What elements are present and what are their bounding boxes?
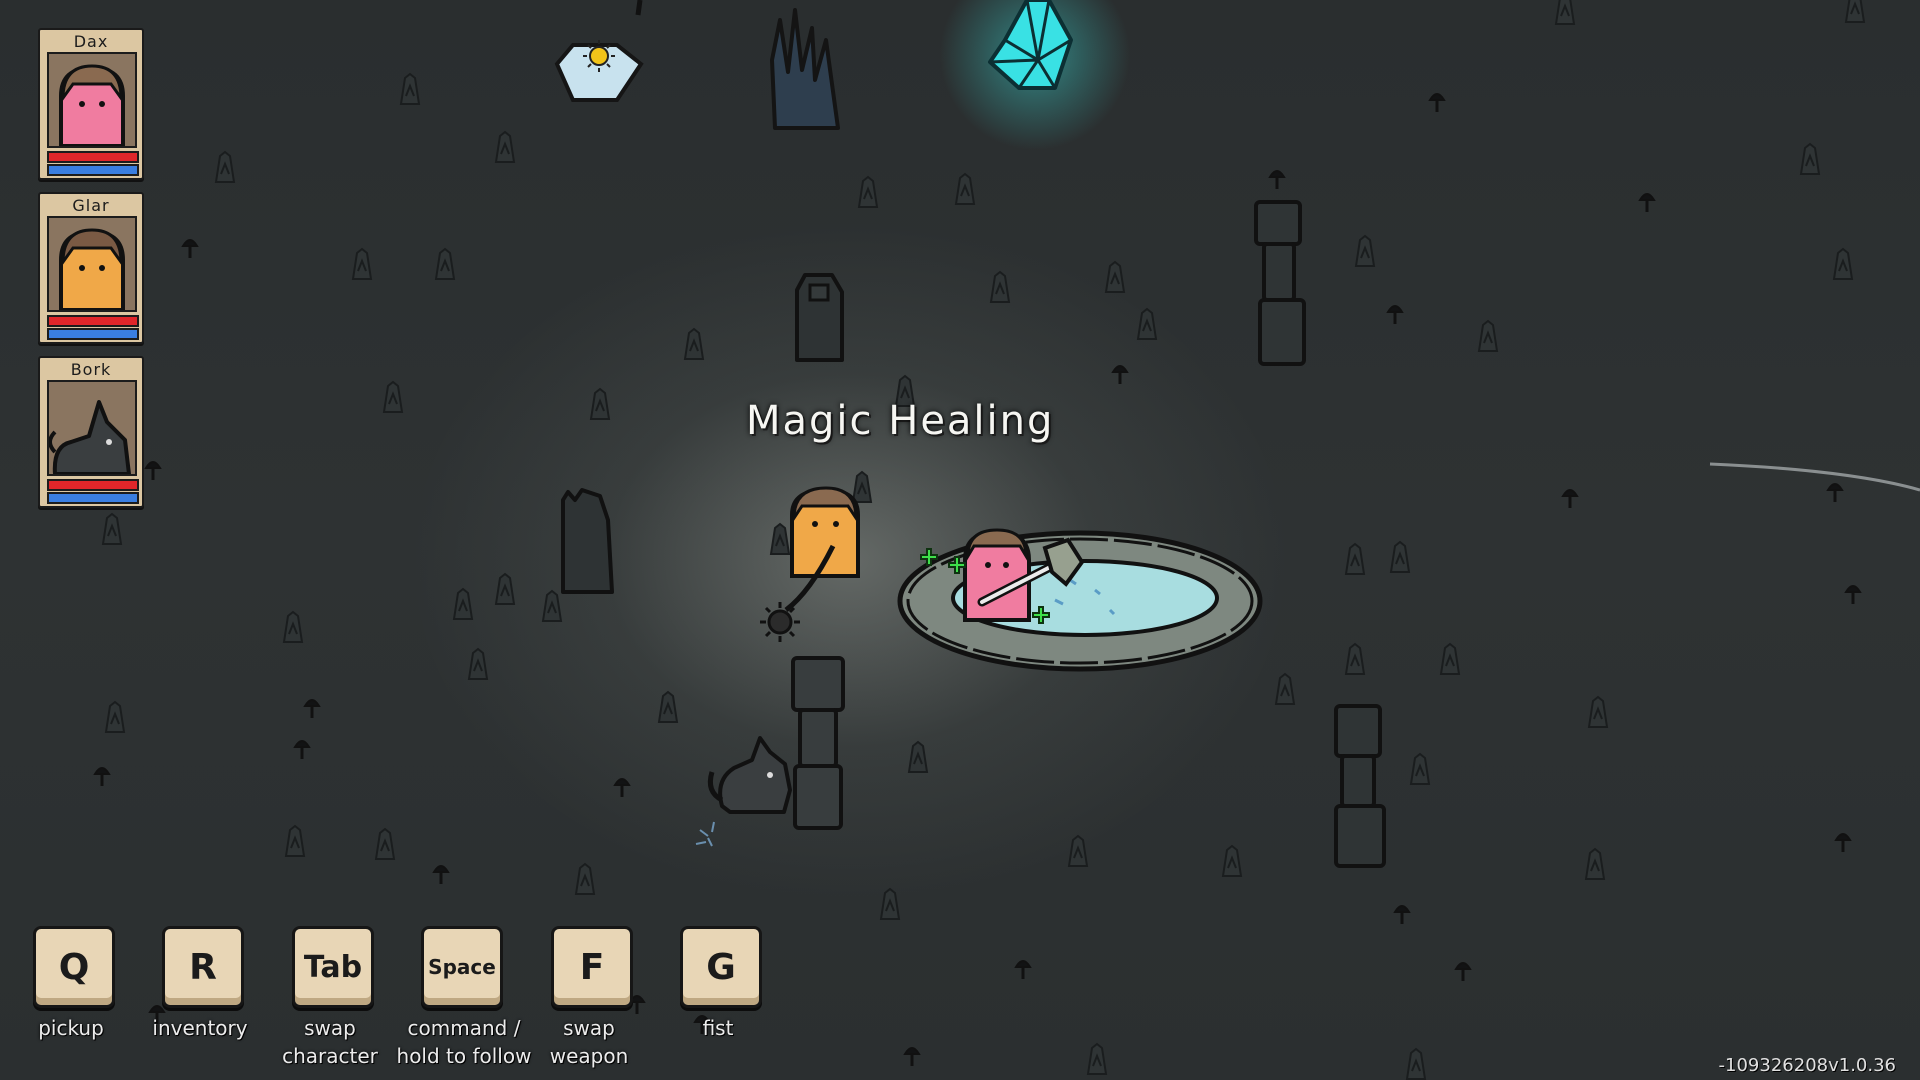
stone-pillar	[561, 488, 614, 594]
mana-bar	[47, 492, 139, 504]
party-name: Glar	[72, 196, 110, 215]
bork-character[interactable]	[707, 736, 792, 814]
party-name: Bork	[70, 360, 112, 379]
hotkey-f[interactable]: F	[551, 926, 633, 1008]
magic-healing-text: Magic Healing	[746, 398, 1055, 444]
party-card-bork[interactable]: Bork	[38, 356, 144, 508]
hotkey-tab[interactable]: Tab	[292, 926, 374, 1008]
sparkle-icon	[695, 821, 715, 847]
hotkey-r-label: inventory	[152, 1016, 248, 1040]
sun-totem-icon[interactable]	[554, 0, 644, 102]
mana-bar	[47, 328, 139, 340]
flail-icon	[760, 602, 800, 642]
dax-portrait	[47, 52, 137, 148]
health-bar	[47, 315, 139, 327]
hotkey-space[interactable]: Space	[421, 926, 503, 1008]
arrow-streak	[1709, 462, 1920, 492]
version-label: -109326208v1.0.36	[1718, 1055, 1896, 1076]
glowing-crystal-icon[interactable]	[988, 0, 1073, 90]
dark-grass-icon	[770, 8, 840, 130]
hotkey-tab-label: swap character	[282, 1016, 378, 1068]
glar-portrait	[47, 216, 137, 312]
game-world[interactable]: Magic Healing	[0, 0, 1920, 1080]
hotkey-f-label: swap weapon	[549, 1016, 629, 1068]
stone-stack	[1334, 704, 1386, 868]
hotkey-r[interactable]: R	[162, 926, 244, 1008]
party-name: Dax	[73, 32, 109, 51]
health-bar	[47, 479, 139, 491]
stone-stack	[791, 656, 845, 830]
hotkey-g-label: fist	[702, 1016, 734, 1040]
healing-pool[interactable]	[897, 530, 1263, 672]
party-card-glar[interactable]: Glar	[38, 192, 144, 344]
stone-stack	[1254, 200, 1306, 366]
world-scene	[93, 0, 1920, 1080]
bork-portrait	[47, 380, 137, 476]
hotkey-q[interactable]: Q	[33, 926, 115, 1008]
party-card-dax[interactable]: Dax	[38, 28, 144, 180]
mana-bar	[47, 164, 139, 176]
hotkey-g[interactable]: G	[680, 926, 762, 1008]
glar-character[interactable]	[760, 486, 860, 642]
stone-pillar	[795, 273, 844, 362]
health-bar	[47, 151, 139, 163]
